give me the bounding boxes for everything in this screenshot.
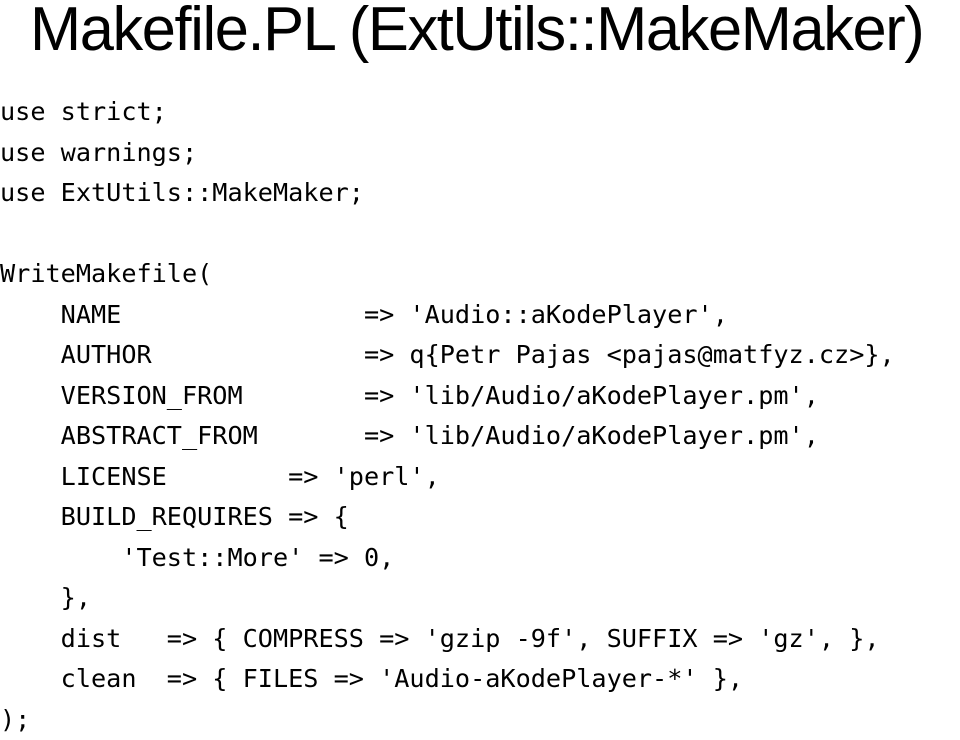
code-line: clean => { FILES => 'Audio-aKodePlayer-*… — [0, 659, 895, 700]
code-line: AUTHOR => q{Petr Pajas <pajas@matfyz.cz>… — [0, 335, 895, 376]
code-line: use strict; — [0, 92, 895, 133]
code-line: use warnings; — [0, 133, 895, 174]
code-line: }, — [0, 578, 895, 619]
code-line — [0, 214, 895, 255]
code-line: BUILD_REQUIRES => { — [0, 497, 895, 538]
slide-title: Makefile.PL (ExtUtils::MakeMaker) — [30, 0, 923, 65]
code-line: use ExtUtils::MakeMaker; — [0, 173, 895, 214]
code-line: NAME => 'Audio::aKodePlayer', — [0, 295, 895, 336]
code-line: ABSTRACT_FROM => 'lib/Audio/aKodePlayer.… — [0, 416, 895, 457]
code-line: VERSION_FROM => 'lib/Audio/aKodePlayer.p… — [0, 376, 895, 417]
code-line: 'Test::More' => 0, — [0, 538, 895, 579]
code-line: dist => { COMPRESS => 'gzip -9f', SUFFIX… — [0, 619, 895, 660]
code-block: use strict;use warnings;use ExtUtils::Ma… — [0, 92, 895, 740]
code-line: WriteMakefile( — [0, 254, 895, 295]
code-line: LICENSE => 'perl', — [0, 457, 895, 498]
